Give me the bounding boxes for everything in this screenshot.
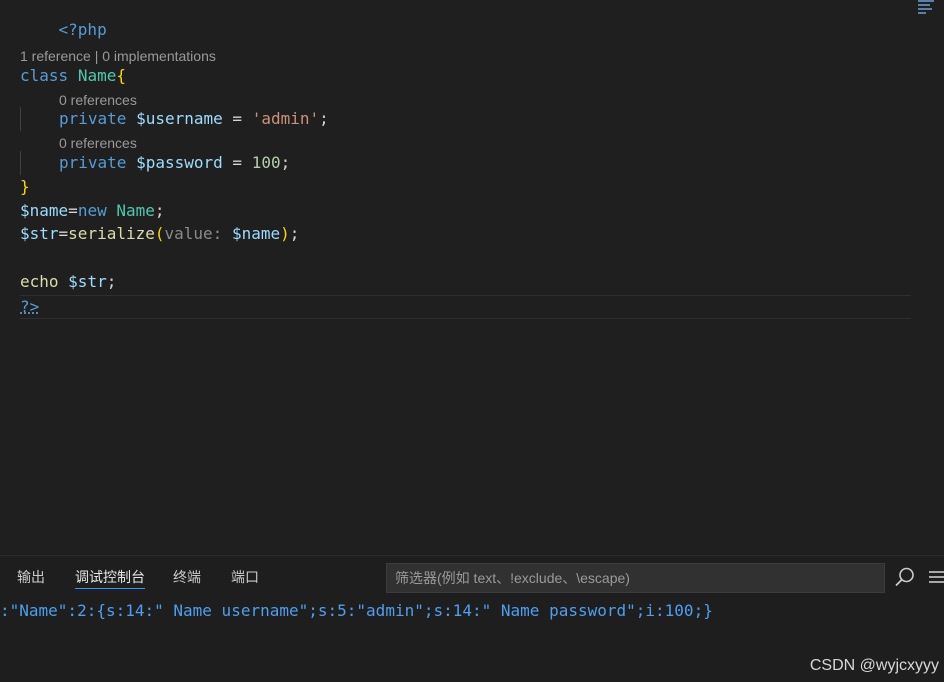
- username-value: 'admin': [251, 109, 320, 128]
- parameter-hint: value:: [164, 224, 232, 243]
- codelens-password-references[interactable]: 0 references: [59, 134, 137, 152]
- serialize-function: serialize: [68, 224, 155, 243]
- debug-console-output: :"Name":2:{s:14:" Name username";s:5:"ad…: [0, 601, 713, 620]
- private-keyword: private: [59, 109, 127, 128]
- code-line-class: class Name{: [20, 65, 126, 87]
- current-line-highlight: [20, 295, 911, 319]
- code-line-close-brace: }: [20, 176, 30, 198]
- close-paren: ): [280, 224, 290, 243]
- username-variable: $username: [136, 109, 223, 128]
- php-close-tag: ?>: [20, 297, 40, 316]
- filter-box: [386, 563, 885, 593]
- indent-guide: [20, 107, 21, 131]
- code-line-serialize: $str=serialize(value: $name);: [20, 223, 299, 245]
- name-variable: $name: [20, 201, 69, 220]
- semicolon: ;: [319, 109, 329, 128]
- tab-debug-console[interactable]: 调试控制台: [75, 566, 145, 589]
- semicolon: ;: [106, 272, 117, 291]
- semicolon: ;: [280, 153, 291, 172]
- code-line-close-tag: ?>: [20, 296, 39, 318]
- code-line-password: private $password = 100;: [59, 152, 290, 174]
- indent-guide: [20, 151, 21, 175]
- password-value: 100: [251, 153, 281, 172]
- semicolon: ;: [289, 224, 300, 243]
- tab-ports[interactable]: 端口: [231, 566, 259, 588]
- code-line-username: private $username = 'admin';: [59, 108, 329, 130]
- class-name: Name: [77, 66, 117, 85]
- bottom-panel: 输出 调试控制台 终端 端口 :"Name":2:{s:14:" Name us…: [0, 555, 944, 682]
- tab-terminal[interactable]: 终端: [173, 566, 201, 588]
- assign-operator: =: [68, 201, 78, 220]
- php-open-tag: <?php: [58, 20, 107, 39]
- str-variable: $str: [20, 224, 59, 243]
- new-keyword: new: [77, 201, 107, 220]
- class-keyword: class: [20, 66, 69, 85]
- name-argument: $name: [231, 224, 281, 243]
- assign-operator: =: [222, 153, 252, 172]
- search-icon[interactable]: [894, 566, 916, 588]
- filter-input[interactable]: [387, 564, 884, 592]
- assign-operator: =: [58, 224, 69, 243]
- code-line-new-object: $name=new Name;: [20, 200, 165, 222]
- open-paren: (: [154, 224, 165, 243]
- watermark: CSDN @wyjcxyyy: [809, 657, 939, 674]
- class-reference: Name: [116, 201, 155, 220]
- assign-operator: =: [222, 109, 252, 128]
- password-variable: $password: [136, 153, 223, 172]
- open-brace: {: [116, 66, 126, 85]
- code-line-echo: echo $str;: [20, 271, 116, 293]
- private-keyword: private: [59, 153, 127, 172]
- tab-output[interactable]: 输出: [17, 566, 45, 588]
- list-icon[interactable]: [926, 566, 944, 588]
- codelens-username-references[interactable]: 0 references: [59, 91, 137, 109]
- echo-keyword: echo: [20, 272, 59, 291]
- close-brace: }: [20, 177, 30, 196]
- minimap[interactable]: [918, 0, 936, 20]
- code-editor[interactable]: <?php 1 reference | 0 implementations cl…: [0, 0, 944, 555]
- semicolon: ;: [154, 201, 165, 220]
- codelens-class-references[interactable]: 1 reference | 0 implementations: [20, 47, 216, 65]
- str-variable: $str: [68, 272, 107, 291]
